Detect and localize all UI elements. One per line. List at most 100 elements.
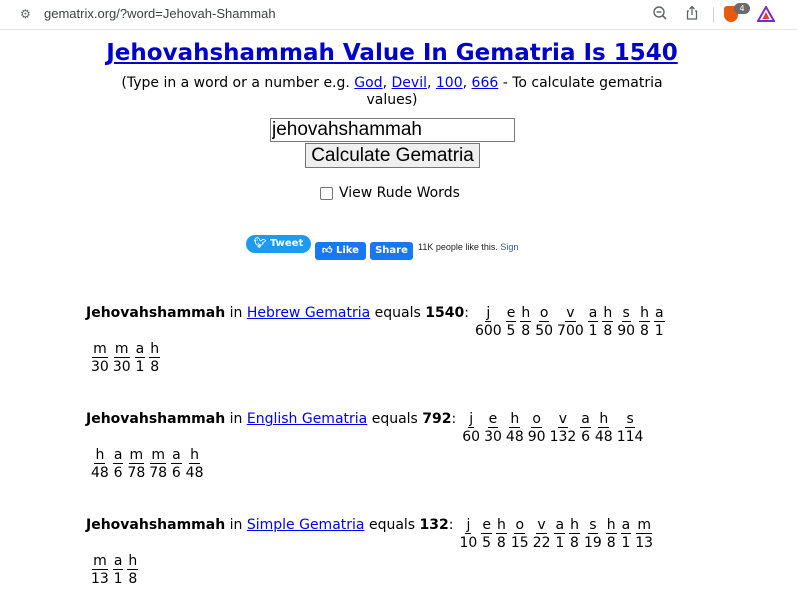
letter-value: 90 [617,323,636,339]
letter-value: 50 [535,323,554,339]
letter: v [565,305,576,322]
letter: m [636,517,652,534]
brave-rewards-icon[interactable] [756,4,776,22]
result-sentence: Jehovahshammah in English Gematria equal… [86,411,456,427]
result-total: 792 [422,411,452,427]
letter-value-pair: h8 [639,305,650,340]
letter-value-row: j 60 e 30 h 48 o 90 v 132 a 6 h 48 s 114 [462,411,643,446]
letter: j [485,305,492,322]
letter: m [128,447,145,464]
letter-value: 15 [510,535,529,551]
letter-value: 19 [583,535,602,551]
letter: h [127,553,139,570]
result-colon: : [451,411,457,427]
letter: h [569,517,580,534]
letter: s [588,517,598,534]
letter-value: 48 [185,465,204,481]
letter-value-pair: h8 [127,553,139,588]
letter-value: 13 [91,571,109,587]
view-rude-words-checkbox[interactable] [320,186,333,200]
letter-value-pair: a6 [112,447,124,482]
letter: a [112,553,124,570]
letter: e [505,305,517,322]
letter-value-pair: m 13 [91,553,109,588]
letter-value: 6 [581,429,591,445]
letter-value: 1 [621,535,631,551]
twitter-bird-icon: 🐦︎ [253,238,267,249]
letter-value-pair: h8 [569,517,580,552]
letter-value-pair: j 10 [460,517,478,552]
result-sentence: Jehovahshammah in Hebrew Gematria equals… [86,305,469,321]
calculate-gematria-button[interactable]: Calculate Gematria [305,143,480,168]
letter-value-pair: h8 [495,517,507,552]
url-text[interactable]: gematrix.org/?word=Jehovah-Shammah [44,6,276,21]
letter: a [112,447,124,464]
letter-value-row: h 48 a 6 m 78 m 78 a 6 h 48 [91,447,204,482]
letter: s [625,411,635,428]
result-sentence: Jehovahshammah in Simple Gematria equals… [86,517,454,533]
site-info-icon[interactable]: ⚙ [20,7,31,21]
letter-value-pair: m 30 [91,341,109,376]
example-link-devil[interactable]: Devil [392,75,427,91]
letter-value: 700 [557,323,584,339]
letter-value-pair: j 60 [462,411,480,446]
word-input[interactable] [270,118,515,142]
letter-value: 8 [606,535,616,551]
view-rude-words-option[interactable]: View Rude Words [320,185,460,201]
letter-value: 8 [150,359,160,375]
letter-value: 8 [570,535,579,551]
result-word: Jehovahshammah [86,411,226,427]
tweet-button[interactable]: 🐦︎ Tweet [246,235,311,253]
letter-value: 6 [113,465,123,481]
letter-value-pair: h8 [605,517,617,552]
letter-value-pair: s 90 [617,305,635,340]
letter: m [92,553,108,570]
facebook-share-button[interactable]: Share [370,242,413,260]
letter-value: 48 [91,465,109,481]
letter-value-pair: m 13 [635,517,653,552]
gematria-method-link[interactable]: Simple Gematria [247,517,365,533]
letter-value: 8 [603,323,613,339]
facebook-like-button[interactable]: 👍︎ Like [315,242,366,260]
letter-value: 1 [588,323,598,339]
letter-value-pair: a1 [653,305,665,340]
example-link-god[interactable]: God [354,75,382,91]
letter-value: 60 [462,429,481,445]
example-link-666[interactable]: 666 [472,75,499,91]
letter-value: 1 [555,535,565,551]
page-title[interactable]: Jehovahshammah Value In Gematria Is 1540 [0,40,784,66]
letter-value: 132 [549,429,577,445]
share-icon[interactable] [684,5,700,26]
result-total: 1540 [425,305,465,321]
letter-value-pair: a6 [580,411,591,446]
letter: h [639,305,650,322]
facebook-signup-link[interactable]: Sign [500,242,518,252]
letter-value: 10 [459,535,478,551]
letter-value-pair: h 48 [91,447,109,482]
letter-value: 8 [128,571,138,587]
letter: h [495,517,507,534]
intro-prefix: (Type in a word or a number e.g. [121,75,355,91]
letter: m [150,447,166,464]
letter: m [113,341,130,358]
gematria-method-link[interactable]: English Gematria [247,411,367,427]
result-word: Jehovahshammah [86,517,226,533]
letter-value-row: m 13 a 1 h 8 [91,553,139,588]
result-in-text: in [225,305,247,321]
result-equals-text: equals [364,517,420,533]
tweet-label: Tweet [269,238,304,249]
letter: h [189,447,201,464]
zoom-icon[interactable] [652,5,668,26]
example-link-100[interactable]: 100 [436,75,463,91]
letter-value-pair: v 132 [550,411,577,446]
letter-value: 48 [594,429,613,445]
gematria-method-link[interactable]: Hebrew Gematria [247,305,370,321]
letter: a [134,341,146,358]
letter-value-row: m 30 m 30 a 1 h 8 [91,341,161,376]
letter-value-pair: m 30 [113,341,131,376]
letter: a [587,305,599,322]
toolbar-divider [713,7,714,23]
letter-value: 6 [171,465,181,481]
letter: j [465,517,472,534]
letter: v [557,411,569,428]
